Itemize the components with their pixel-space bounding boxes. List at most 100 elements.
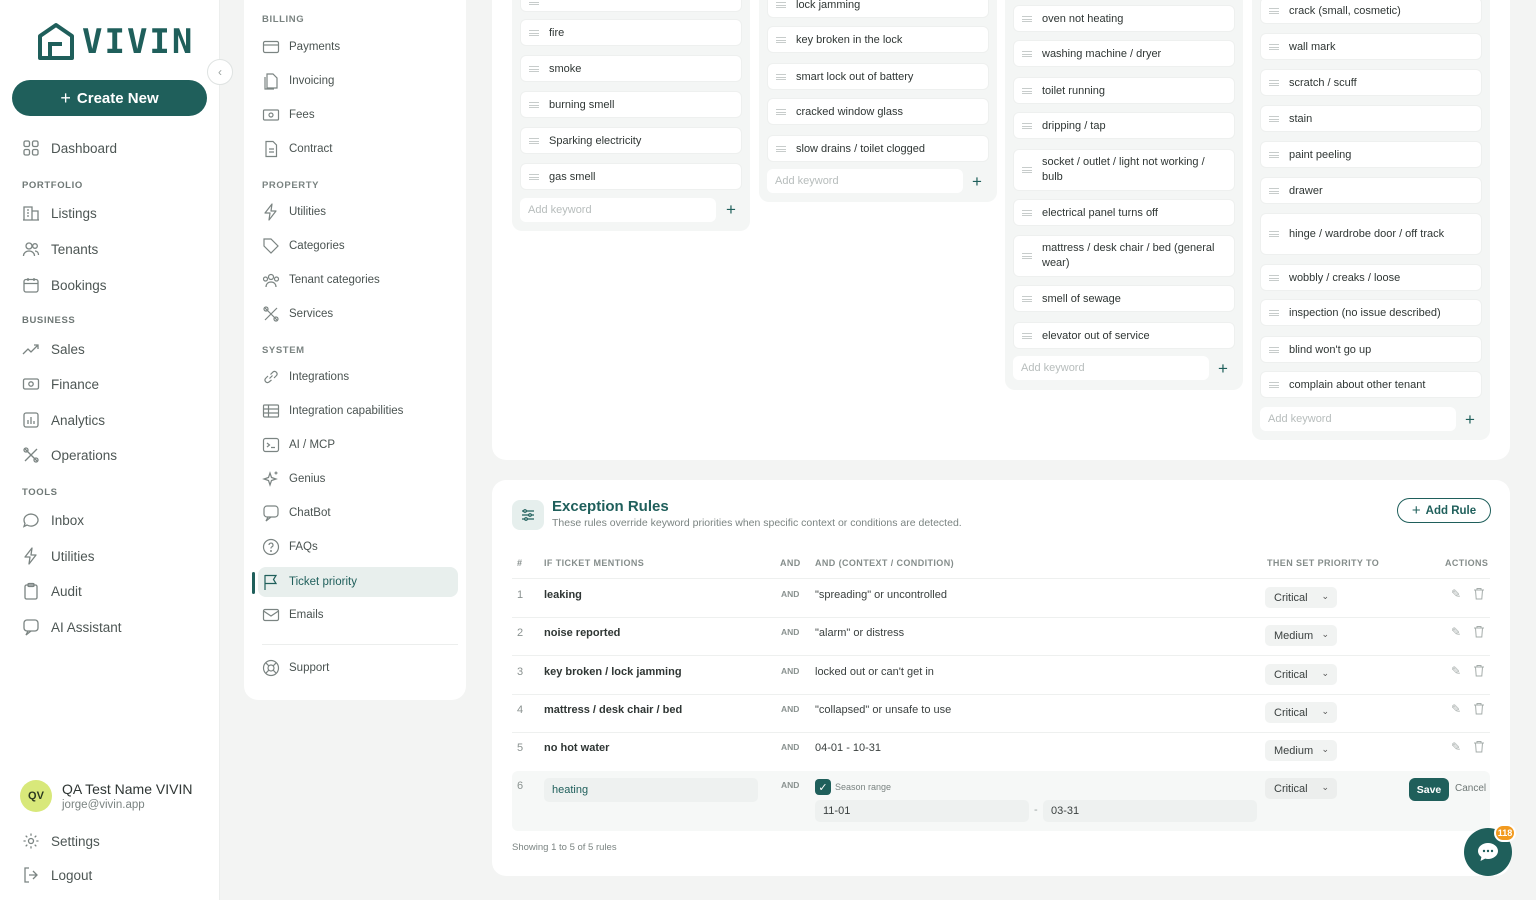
nav-listings[interactable]: Listings (22, 204, 97, 222)
drag-handle-icon[interactable] (1269, 274, 1279, 281)
keyword-item[interactable]: slow drains / toilet clogged (767, 135, 989, 162)
edit-icon[interactable]: ✎ (1451, 664, 1461, 678)
collapse-sidebar-button[interactable]: ‹ (207, 59, 233, 85)
nav-dashboard[interactable]: Dashboard (22, 139, 117, 157)
keyword-item[interactable]: paint peeling (1260, 141, 1482, 168)
nav-inbox[interactable]: Inbox (22, 511, 84, 529)
drag-handle-icon[interactable] (1269, 187, 1279, 194)
priority-select[interactable]: Critical ⌄ (1265, 664, 1337, 685)
drag-handle-icon[interactable] (1269, 309, 1279, 316)
menu-utilities[interactable]: Utilities (262, 197, 458, 227)
menu-tenant-categories[interactable]: Tenant categories (262, 265, 458, 295)
keyword-item[interactable]: blind won't go up (1260, 336, 1482, 363)
add-keyword-input[interactable]: Add keyword (1013, 356, 1209, 380)
priority-select[interactable]: Critical ⌄ (1265, 587, 1337, 608)
add-keyword-plus-icon[interactable]: + (726, 201, 736, 218)
keyword-item[interactable]: electrical panel turns off (1013, 199, 1235, 226)
keyword-item[interactable]: hinge / wardrobe door / off track (1260, 213, 1482, 255)
cancel-button[interactable]: Cancel (1455, 783, 1486, 794)
keyword-item[interactable]: lock jamming (767, 0, 989, 18)
user-profile[interactable]: QV QA Test Name VIVIN jorge@vivin.app (20, 780, 192, 812)
drag-handle-icon[interactable] (776, 2, 786, 8)
drag-handle-icon[interactable] (1269, 79, 1279, 86)
add-keyword-input[interactable]: Add keyword (1260, 407, 1456, 431)
edit-icon[interactable]: ✎ (1451, 625, 1461, 639)
menu-ai-mcp[interactable]: AI / MCP (262, 430, 458, 460)
trash-icon[interactable] (1473, 702, 1485, 718)
nav-settings[interactable]: Settings (22, 832, 100, 850)
menu-contract[interactable]: Contract (262, 134, 458, 164)
trash-icon[interactable] (1473, 664, 1485, 680)
menu-services[interactable]: Services (262, 299, 458, 329)
menu-categories[interactable]: Categories (262, 231, 458, 261)
nav-utilities[interactable]: Utilities (22, 547, 95, 565)
create-new-button[interactable]: + Create New (12, 80, 207, 116)
menu-genius[interactable]: Genius (262, 464, 458, 494)
keyword-item[interactable]: mattress / desk chair / bed (general wea… (1013, 235, 1235, 277)
drag-handle-icon[interactable] (529, 137, 539, 144)
keyword-item[interactable]: drawer (1260, 177, 1482, 204)
drag-handle-icon[interactable] (1022, 87, 1032, 94)
add-keyword-plus-icon[interactable]: + (1218, 360, 1228, 377)
drag-handle-icon[interactable] (1022, 253, 1032, 259)
keyword-item[interactable]: toilet running (1013, 77, 1235, 104)
keyword-item[interactable]: smell of sewage (1013, 285, 1235, 312)
keyword-item[interactable]: oven not heating (1013, 5, 1235, 32)
keyword-item[interactable] (520, 0, 742, 12)
edit-icon[interactable]: ✎ (1451, 587, 1461, 601)
keyword-item[interactable]: cracked window glass (767, 98, 989, 125)
menu-emails[interactable]: Emails (262, 600, 458, 630)
keyword-item[interactable]: gas smell (520, 163, 742, 190)
keyword-item[interactable]: smart lock out of battery (767, 63, 989, 90)
keyword-item[interactable]: complain about other tenant (1260, 371, 1482, 398)
drag-handle-icon[interactable] (529, 29, 539, 36)
drag-handle-icon[interactable] (529, 65, 539, 72)
season-start-input[interactable]: 11-01 (815, 800, 1029, 822)
keyword-item[interactable]: burning smell (520, 91, 742, 118)
priority-select[interactable]: Critical ⌄ (1265, 702, 1337, 723)
drag-handle-icon[interactable] (776, 73, 786, 80)
add-rule-button[interactable]: + Add Rule (1397, 498, 1491, 523)
keyword-item[interactable]: wall mark (1260, 33, 1482, 60)
keyword-item[interactable]: fire (520, 19, 742, 46)
drag-handle-icon[interactable] (776, 36, 786, 43)
edit-icon[interactable]: ✎ (1451, 740, 1461, 754)
drag-handle-icon[interactable] (1269, 43, 1279, 50)
drag-handle-icon[interactable] (1022, 50, 1032, 57)
keyword-item[interactable]: scratch / scuff (1260, 69, 1482, 96)
drag-handle-icon[interactable] (1022, 332, 1032, 339)
menu-integrations[interactable]: Integrations (262, 362, 458, 392)
menu-invoicing[interactable]: Invoicing (262, 66, 458, 96)
keyword-item[interactable]: dripping / tap (1013, 112, 1235, 139)
keyword-item[interactable]: elevator out of service (1013, 322, 1235, 349)
keyword-item[interactable]: key broken in the lock (767, 26, 989, 53)
vivin-logo[interactable]: VIVIN (36, 22, 194, 62)
drag-handle-icon[interactable] (1269, 346, 1279, 353)
add-keyword-plus-icon[interactable]: + (1465, 411, 1475, 428)
season-end-input[interactable]: 03-31 (1043, 800, 1257, 822)
priority-select[interactable]: Critical ⌄ (1265, 778, 1337, 799)
nav-audit[interactable]: Audit (22, 582, 82, 600)
nav-logout[interactable]: Logout (22, 866, 92, 884)
keyword-item[interactable]: Sparking electricity (520, 127, 742, 154)
save-button[interactable]: Save (1409, 778, 1449, 801)
menu-chatbot[interactable]: ChatBot (262, 498, 458, 528)
keyword-item[interactable]: smoke (520, 55, 742, 82)
trash-icon[interactable] (1473, 740, 1485, 756)
drag-handle-icon[interactable] (529, 0, 539, 5)
keyword-item[interactable]: crack (small, cosmetic) (1260, 0, 1482, 24)
menu-support[interactable]: Support (262, 653, 458, 683)
nav-tenants[interactable]: Tenants (22, 240, 98, 258)
drag-handle-icon[interactable] (1269, 115, 1279, 122)
drag-handle-icon[interactable] (1269, 381, 1279, 388)
add-keyword-plus-icon[interactable]: + (972, 173, 982, 190)
drag-handle-icon[interactable] (1269, 151, 1279, 158)
season-range-checkbox[interactable]: ✓ (815, 779, 831, 795)
drag-handle-icon[interactable] (529, 101, 539, 108)
drag-handle-icon[interactable] (529, 173, 539, 180)
add-keyword-input[interactable]: Add keyword (767, 169, 963, 193)
priority-select[interactable]: Medium ⌄ (1265, 740, 1337, 761)
nav-sales[interactable]: Sales (22, 340, 85, 358)
trash-icon[interactable] (1473, 625, 1485, 641)
mention-input[interactable]: heating (544, 778, 758, 802)
